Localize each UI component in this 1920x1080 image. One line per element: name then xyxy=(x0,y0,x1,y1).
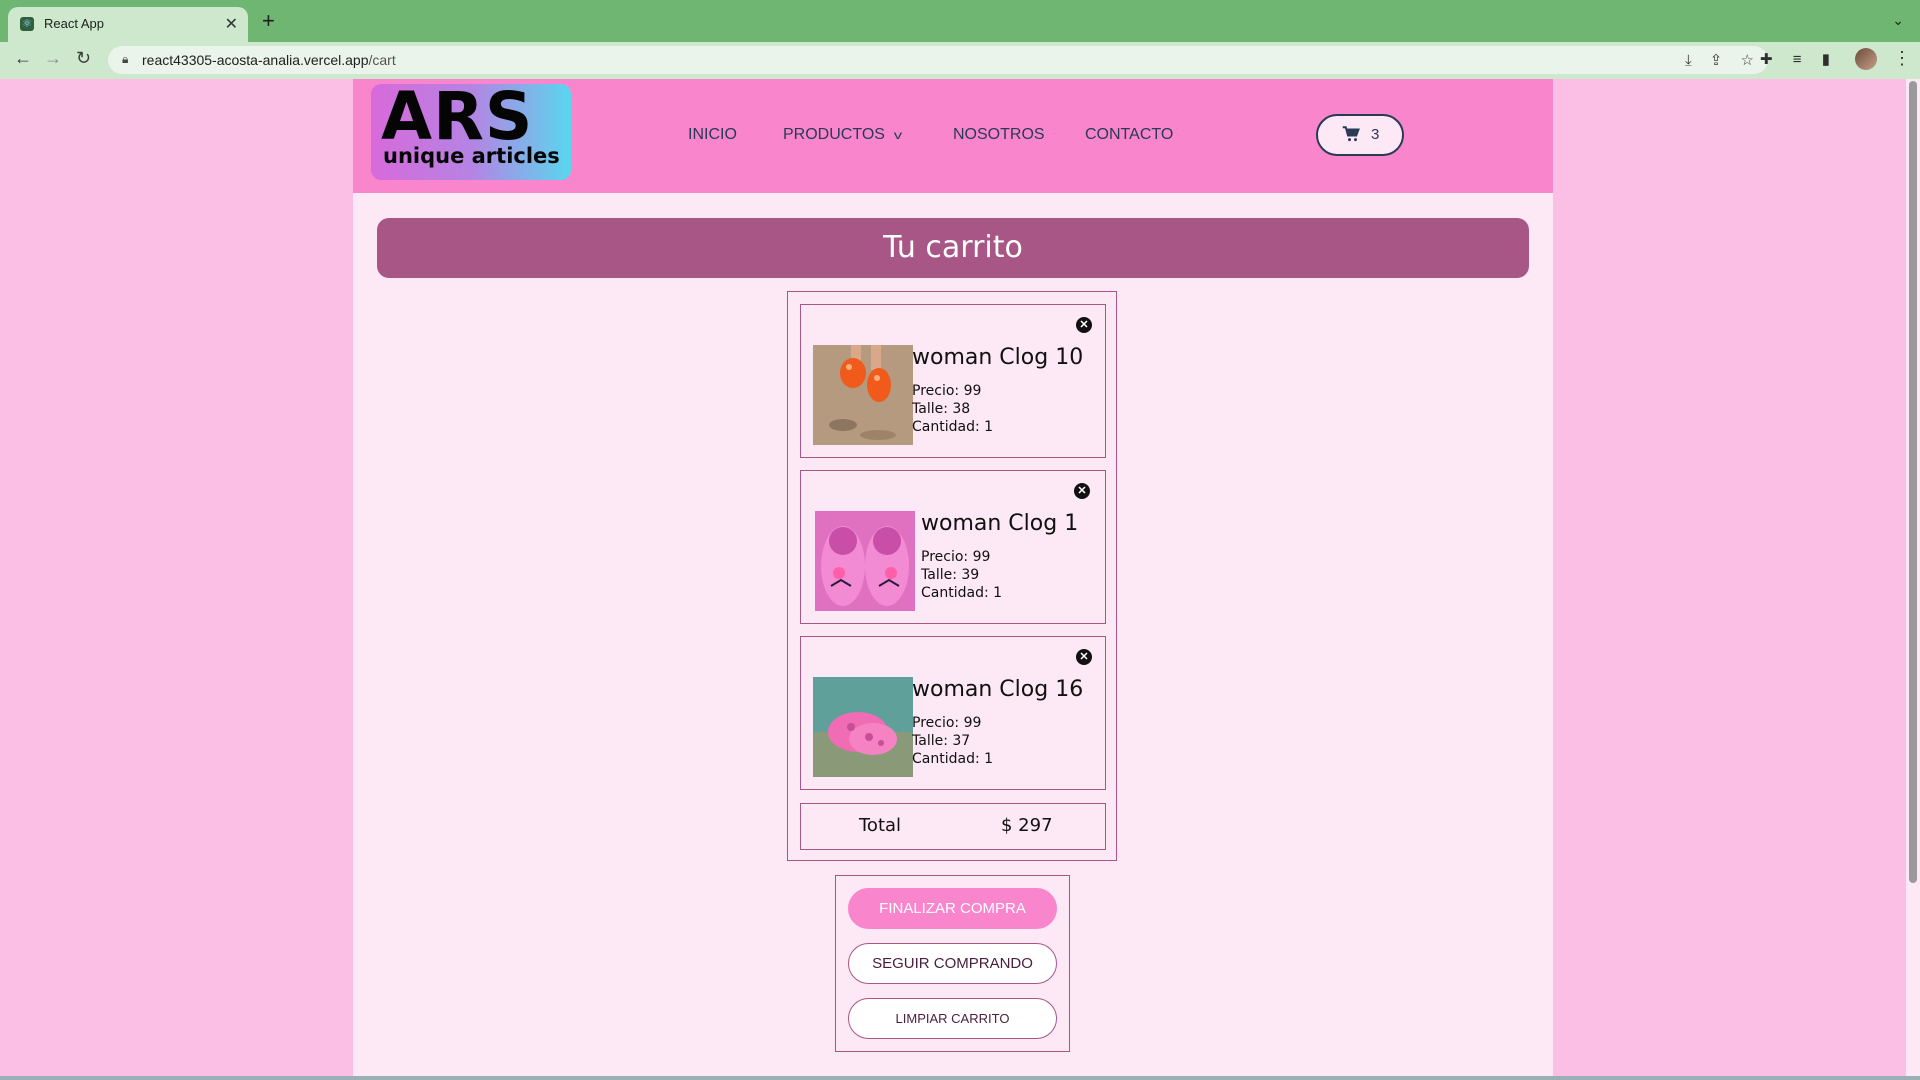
item-precio: Precio: 99 xyxy=(912,383,982,399)
tab-title: React App xyxy=(44,16,104,31)
cart-title-banner: Tu carrito xyxy=(377,218,1529,278)
url-host: react43305-acosta-analia.vercel.app xyxy=(142,52,369,68)
pink-clog-pair-photo-icon xyxy=(815,511,915,611)
logo-big-text: ARS xyxy=(381,78,534,155)
item-cantidad: Cantidad: 1 xyxy=(912,419,994,435)
remove-item-icon[interactable]: ✕ xyxy=(1076,317,1092,333)
limpiar-carrito-button[interactable]: LIMPIAR CARRITO xyxy=(848,998,1057,1039)
forward-icon[interactable]: → xyxy=(44,48,62,69)
item-name: woman Clog 10 xyxy=(912,345,1084,370)
extensions-puzzle-icon[interactable]: ✚ xyxy=(1760,51,1773,68)
item-cantidad: Cantidad: 1 xyxy=(912,751,994,767)
finalizar-compra-button[interactable]: FINALIZAR COMPRA xyxy=(848,888,1057,929)
remove-item-icon[interactable]: ✕ xyxy=(1076,649,1092,665)
cart-item: ✕ woman Clog 1 Precio: 99 Talle: 39 Cant… xyxy=(800,470,1106,624)
nav-productos-label: PRODUCTOS xyxy=(783,126,885,143)
cart-list: ✕ woman Clog 10 Precio: 99 Talle: 38 Can… xyxy=(787,291,1117,861)
shopping-cart-icon xyxy=(1342,126,1360,142)
seguir-comprando-button[interactable]: SEGUIR COMPRANDO xyxy=(848,943,1057,984)
reading-list-icon[interactable]: ≡ xyxy=(1793,51,1802,68)
share-icon[interactable]: ⇪ xyxy=(1710,52,1723,69)
item-precio: Precio: 99 xyxy=(912,715,982,731)
item-precio: Precio: 99 xyxy=(921,549,991,565)
item-name: woman Clog 16 xyxy=(912,677,1084,702)
item-cantidad: Cantidad: 1 xyxy=(921,585,1003,601)
extension-bar: ✚ ≡ ▮ xyxy=(1760,50,1846,68)
item-talle: Talle: 38 xyxy=(912,401,971,417)
item-name: woman Clog 1 xyxy=(921,511,1079,536)
item-talle: Talle: 39 xyxy=(921,567,980,583)
bottom-edge xyxy=(0,1076,1920,1080)
site-header: ARS unique articles INICIO PRODUCTOS v NO… xyxy=(353,79,1553,193)
nav-nosotros[interactable]: NOSOTROS xyxy=(953,126,1045,144)
tab-search-icon[interactable]: ⌄ xyxy=(1892,12,1904,29)
cart-total: Total $ 297 xyxy=(800,803,1106,850)
back-icon[interactable]: ← xyxy=(14,48,32,69)
lock-icon: 🔒︎ xyxy=(122,52,129,66)
logo-small-text: unique articles xyxy=(383,144,560,168)
cart-count: 3 xyxy=(1371,126,1380,143)
bookmark-star-icon[interactable]: ☆ xyxy=(1741,52,1754,69)
total-label: Total xyxy=(859,815,902,836)
cart-item: ✕ woman Clog 16 Precio: 99 Talle: 37 Can… xyxy=(800,636,1106,790)
nav-contacto[interactable]: CONTACTO xyxy=(1085,126,1173,144)
browser-toolbar: ← → ↻ 🔒︎ react43305-acosta-analia.vercel… xyxy=(0,42,1920,79)
browser-menu-icon[interactable]: ⋮ xyxy=(1893,48,1911,69)
item-details: Precio: 99 Talle: 39 Cantidad: 1 xyxy=(921,548,1002,602)
ars-logo[interactable]: ARS unique articles xyxy=(371,84,571,180)
profile-avatar[interactable] xyxy=(1855,48,1877,70)
cart-actions: FINALIZAR COMPRA SEGUIR COMPRANDO LIMPIA… xyxy=(835,875,1070,1052)
chevron-down-icon: v xyxy=(893,128,903,142)
total-value: $ 297 xyxy=(1001,815,1053,836)
orange-clog-photo-icon xyxy=(813,345,913,445)
reload-icon[interactable]: ↻ xyxy=(76,48,91,69)
browser-tab-bar: ⚛ React App ✕ + ⌄ xyxy=(0,0,1920,42)
item-details: Precio: 99 Talle: 38 Cantidad: 1 xyxy=(912,382,993,436)
browser-tab[interactable]: ⚛ React App ✕ xyxy=(8,7,248,42)
page-title: Tu carrito xyxy=(883,230,1023,265)
page-container: ARS unique articles INICIO PRODUCTOS v NO… xyxy=(353,79,1553,1080)
address-bar[interactable]: 🔒︎ react43305-acosta-analia.vercel.app/c… xyxy=(108,46,1768,74)
cart-item: ✕ woman Clog 10 Precio: 99 Talle: 38 Can… xyxy=(800,304,1106,458)
omnibox-actions: ⤓ ⇪ ☆ xyxy=(1671,51,1754,69)
remove-item-icon[interactable]: ✕ xyxy=(1074,483,1090,499)
cart-widget-button[interactable]: 3 xyxy=(1316,114,1404,156)
new-tab-button[interactable]: + xyxy=(262,10,275,32)
item-details: Precio: 99 Talle: 37 Cantidad: 1 xyxy=(912,714,993,768)
url-path: /cart xyxy=(368,52,396,68)
scrollbar-thumb[interactable] xyxy=(1909,81,1917,883)
item-talle: Talle: 37 xyxy=(912,733,971,749)
pink-clog-photo-icon xyxy=(813,677,913,777)
install-icon[interactable]: ⤓ xyxy=(1685,52,1692,69)
react-favicon-icon: ⚛ xyxy=(20,17,34,31)
nav-productos[interactable]: PRODUCTOS v xyxy=(783,126,903,144)
url-text[interactable]: react43305-acosta-analia.vercel.app/cart xyxy=(142,52,396,68)
tab-close-icon[interactable]: ✕ xyxy=(225,14,238,34)
page-scrollbar[interactable] xyxy=(1906,79,1920,1080)
nav-inicio[interactable]: INICIO xyxy=(688,126,737,144)
side-panel-icon[interactable]: ▮ xyxy=(1822,51,1830,68)
